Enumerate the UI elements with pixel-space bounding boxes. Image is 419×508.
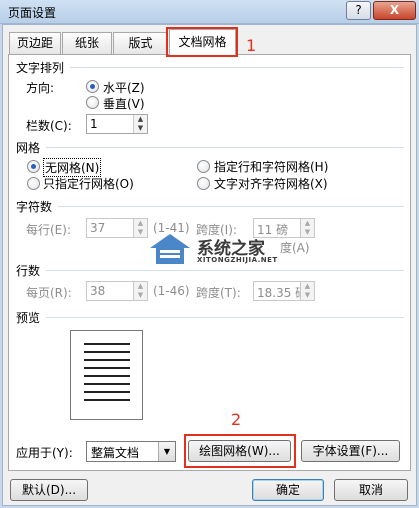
no-grid-radio[interactable] <box>27 160 40 173</box>
lines-group-label: 行数 <box>16 264 41 278</box>
up-arrow-icon[interactable]: ▲ <box>134 282 147 291</box>
tab-margins[interactable]: 页边距 <box>9 32 61 54</box>
grid-group-label: 网格 <box>16 141 41 155</box>
vertical-radio[interactable] <box>86 96 99 109</box>
direction-label: 方向: <box>26 81 55 95</box>
horizontal-radio[interactable] <box>86 80 99 93</box>
spinner-arrows[interactable]: ▲ ▼ <box>300 282 314 300</box>
horizontal-label[interactable]: 水平(Z) <box>103 79 145 96</box>
snap-to-char-grid-label[interactable]: 文字对齐字符网格(X) <box>214 175 328 192</box>
watermark-subtitle: XITONGZHIJIA.NET <box>197 256 278 264</box>
line-grid-only-label[interactable]: 只指定行网格(O) <box>43 175 134 192</box>
lines-pitch-label: 跨度(T): <box>196 286 241 300</box>
dropdown-arrow-icon[interactable]: ▼ <box>158 442 175 461</box>
preview-page <box>70 330 143 420</box>
up-arrow-icon[interactable]: ▲ <box>134 115 147 124</box>
preview-group-label: 预览 <box>16 311 41 325</box>
chars-per-line-value: 37 <box>90 221 106 235</box>
divider <box>70 67 404 68</box>
house-logo-icon <box>150 234 190 264</box>
tab-paper[interactable]: 纸张 <box>62 32 112 54</box>
down-arrow-icon[interactable]: ▼ <box>134 291 147 300</box>
lines-per-page-spinner[interactable]: 38 ▲ ▼ <box>86 281 148 301</box>
divider <box>46 270 404 271</box>
snap-to-char-grid-radio[interactable] <box>197 177 210 190</box>
cancel-button[interactable]: 取消 <box>334 479 408 501</box>
spinner-arrows[interactable]: ▲ ▼ <box>133 115 147 133</box>
apply-to-select[interactable]: 整篇文档 ▼ <box>86 441 176 462</box>
lines-per-page-label: 每页(R): <box>26 286 72 300</box>
characters-group-label: 字符数 <box>16 200 53 214</box>
tab-layout[interactable]: 版式 <box>113 32 168 54</box>
default-button[interactable]: 默认(D)... <box>10 479 88 501</box>
down-arrow-icon[interactable]: ▼ <box>134 124 147 133</box>
up-arrow-icon[interactable]: ▲ <box>301 282 314 291</box>
chars-per-line-label: 每行(E): <box>26 223 71 237</box>
columns-spinner[interactable]: 1 ▲ ▼ <box>86 114 148 134</box>
columns-label: 栏数(C): <box>26 119 72 133</box>
annotation-box-drawing-grid <box>184 434 296 468</box>
lines-range-label: (1-46) <box>153 284 190 298</box>
divider <box>46 147 404 148</box>
annotation-box-tab <box>166 27 238 57</box>
ok-button[interactable]: 确定 <box>252 479 324 501</box>
up-arrow-icon[interactable]: ▲ <box>134 219 147 228</box>
line-grid-only-radio[interactable] <box>27 177 40 190</box>
annotation-number-1: 1 <box>246 36 257 55</box>
default-pitch-label: 度(A) <box>280 241 310 255</box>
chars-per-line-spinner[interactable]: 37 ▲ ▼ <box>86 218 148 238</box>
line-and-char-grid-label[interactable]: 指定行和字符网格(H) <box>214 158 328 175</box>
columns-value: 1 <box>90 117 98 131</box>
text-direction-group-label: 文字排列 <box>16 61 65 75</box>
down-arrow-icon[interactable]: ▼ <box>301 291 314 300</box>
divider <box>58 206 404 207</box>
spinner-arrows[interactable]: ▲ ▼ <box>300 219 314 237</box>
window-title: 页面设置 <box>8 6 57 20</box>
down-arrow-icon[interactable]: ▼ <box>301 228 314 237</box>
down-arrow-icon[interactable]: ▼ <box>134 228 147 237</box>
line-and-char-grid-radio[interactable] <box>197 160 210 173</box>
help-button[interactable]: ? <box>346 1 371 20</box>
close-button[interactable]: X <box>373 1 416 20</box>
spinner-arrows[interactable]: ▲ ▼ <box>133 282 147 300</box>
lines-pitch-spinner[interactable]: 18.35 磅 ▲ ▼ <box>253 281 315 301</box>
annotation-number-2: 2 <box>231 410 242 429</box>
apply-to-label: 应用于(Y): <box>16 446 73 460</box>
divider <box>46 317 404 318</box>
lines-per-page-value: 38 <box>90 284 106 298</box>
spinner-arrows[interactable]: ▲ ▼ <box>133 219 147 237</box>
font-settings-button[interactable]: 字体设置(F)... <box>301 440 400 462</box>
apply-to-value: 整篇文档 <box>91 446 140 460</box>
vertical-label[interactable]: 垂直(V) <box>103 95 145 112</box>
up-arrow-icon[interactable]: ▲ <box>301 219 314 228</box>
